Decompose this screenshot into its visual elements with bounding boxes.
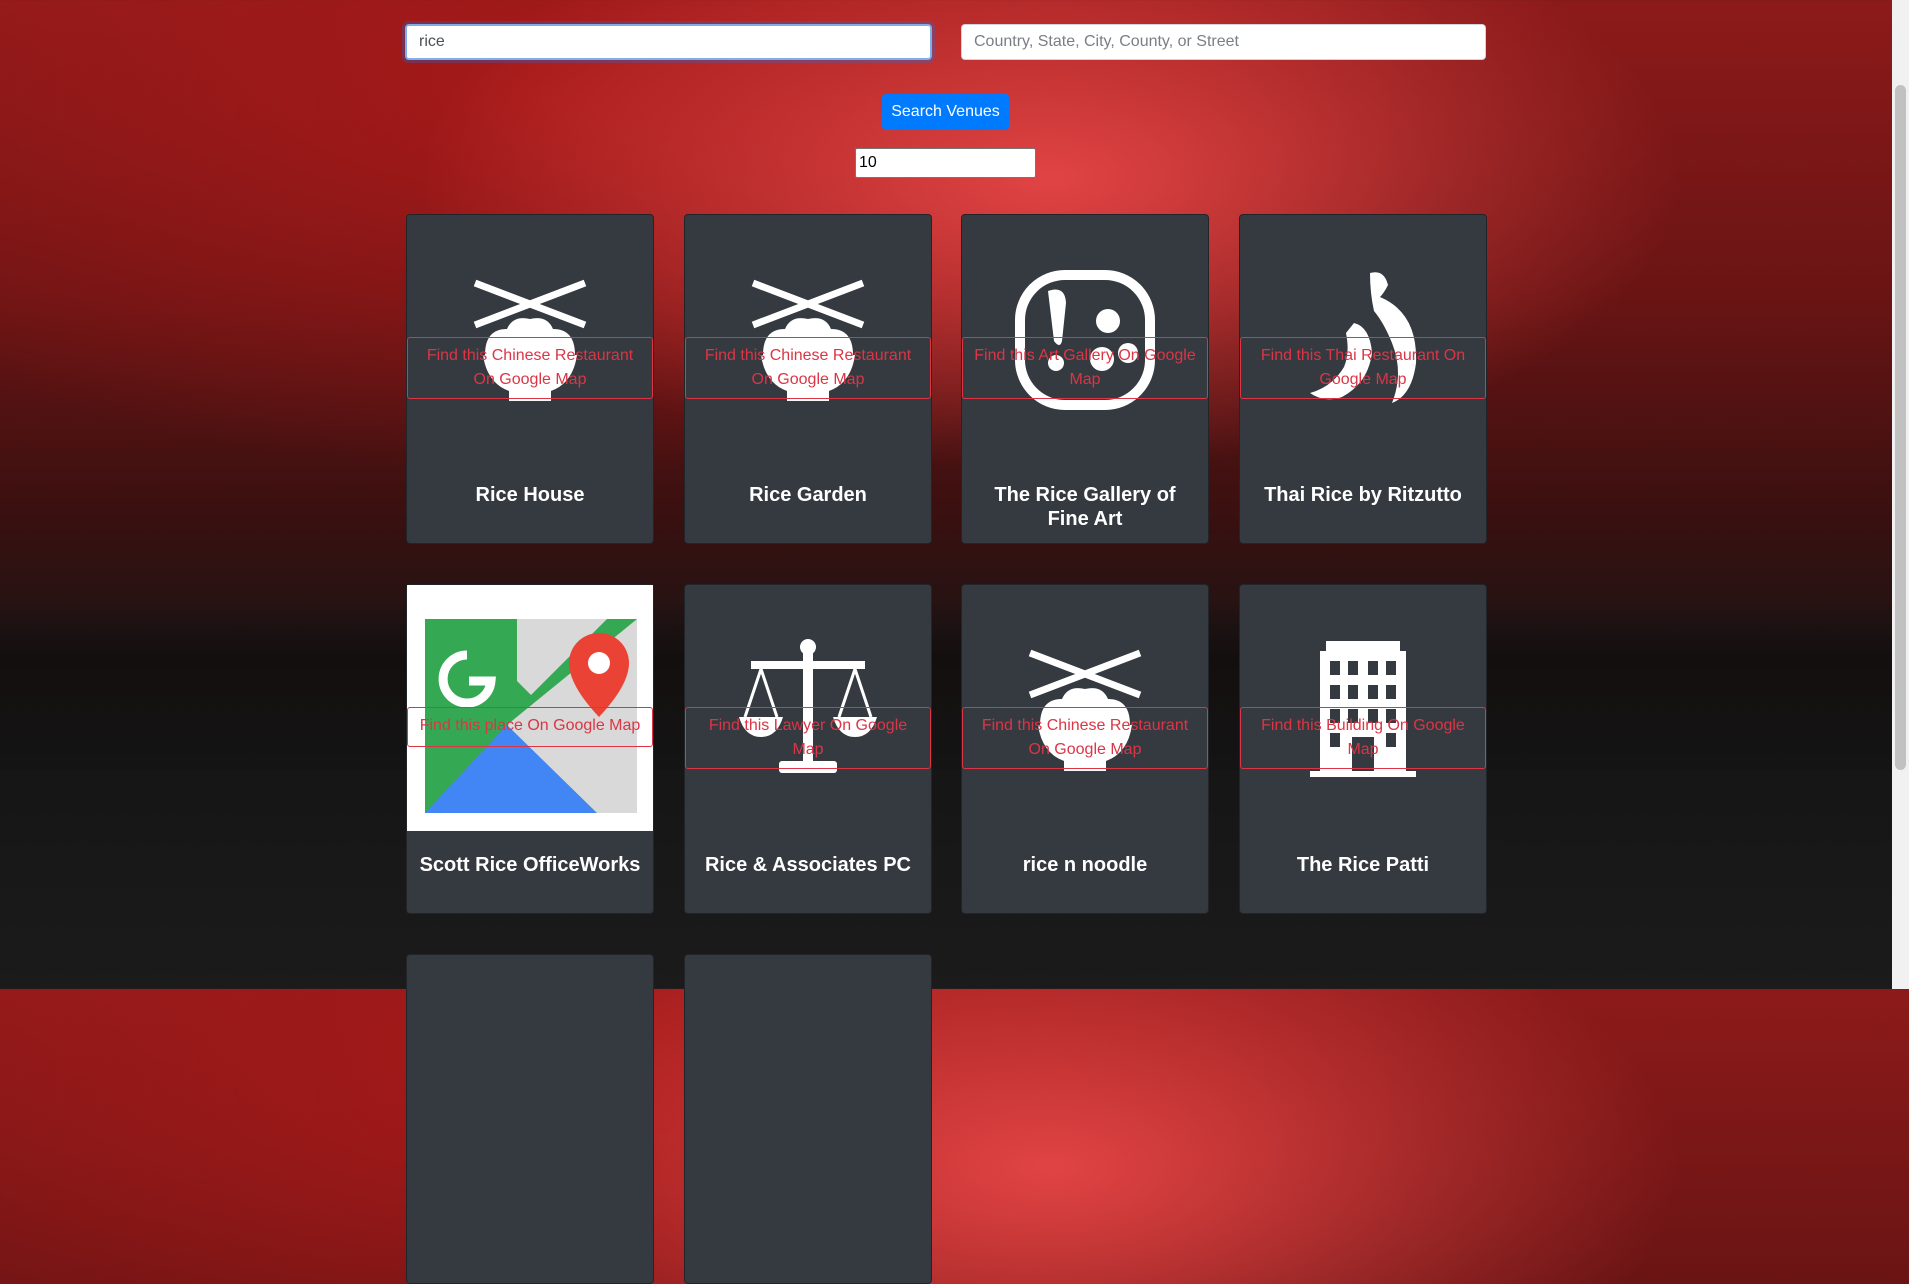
background-landscape	[0, 600, 1909, 770]
venue-name: Thai Rice by Ritzutto	[1264, 484, 1462, 506]
venue-card	[406, 954, 654, 1284]
venue-name: Rice & Associates PC	[704, 854, 911, 876]
find-on-map-link[interactable]: Find this Thai Restaurant On Google Map	[1240, 337, 1486, 399]
venue-card: Find this place On Google Map Scott Rice…	[406, 584, 654, 914]
find-on-map-link[interactable]: Find this Chinese Restaurant On Google M…	[962, 707, 1208, 769]
venue-name: The Rice Patti	[1296, 854, 1430, 876]
find-on-map-link[interactable]: Find this Lawyer On Google Map	[685, 707, 931, 769]
venue-card: Find this Lawyer On Google Map Rice & As…	[684, 584, 932, 914]
venue-name: Rice House	[475, 484, 585, 506]
venue-card: Find this Chinese Restaurant On Google M…	[406, 214, 654, 544]
venue-card: Find this Chinese Restaurant On Google M…	[684, 214, 932, 544]
location-search-input[interactable]	[961, 24, 1486, 60]
venue-card: Find this Building On Google Map The Ric…	[1239, 584, 1487, 914]
venue-card: Find this Thai Restaurant On Google Map …	[1239, 214, 1487, 544]
find-on-map-link[interactable]: Find this place On Google Map	[407, 707, 653, 747]
find-on-map-link[interactable]: Find this Art Gallery On Google Map	[962, 337, 1208, 399]
find-on-map-link[interactable]: Find this Building On Google Map	[1240, 707, 1486, 769]
venue-name: The Rice Gallery of Fine Art	[994, 484, 1176, 530]
search-venues-button[interactable]: Search Venues	[882, 94, 1009, 130]
venue-name: Rice Garden	[749, 484, 867, 506]
venue-card: Find this Chinese Restaurant On Google M…	[961, 584, 1209, 914]
find-on-map-link[interactable]: Find this Chinese Restaurant On Google M…	[685, 337, 931, 399]
scrollbar[interactable]	[1892, 0, 1909, 989]
venue-name: Scott Rice OfficeWorks	[419, 854, 641, 876]
venue-card: Find this Art Gallery On Google Map The …	[961, 214, 1209, 544]
result-limit-input[interactable]	[855, 148, 1036, 178]
find-on-map-link[interactable]: Find this Chinese Restaurant On Google M…	[407, 337, 653, 399]
venue-name: rice n noodle	[1022, 854, 1148, 876]
scrollbar-thumb[interactable]	[1895, 85, 1906, 770]
venue-search-input[interactable]	[405, 24, 932, 60]
venue-card	[684, 954, 932, 1284]
